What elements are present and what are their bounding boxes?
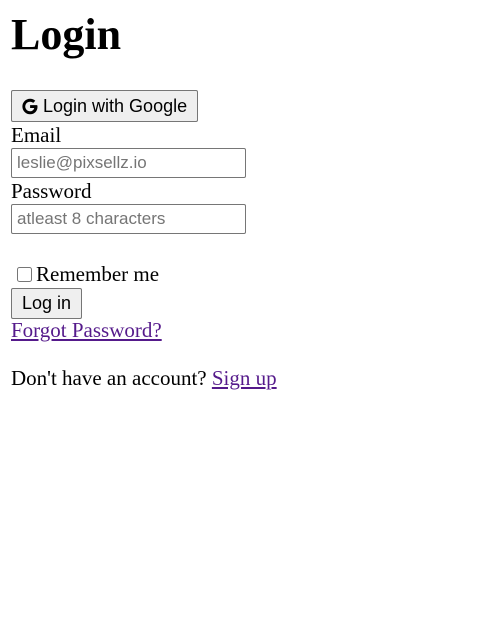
login-with-google-button[interactable]: Login with Google xyxy=(11,90,199,122)
remember-me-label[interactable]: Remember me xyxy=(36,262,159,286)
google-g-icon xyxy=(22,97,38,115)
signup-prompt: Don't have an account? xyxy=(11,366,207,390)
page-title: Login xyxy=(11,10,122,59)
remember-me-row: Remember me xyxy=(11,262,159,286)
password-label: Password xyxy=(11,179,92,203)
signup-row: Don't have an account? Sign up xyxy=(11,366,277,390)
login-with-google-label: Login with Google xyxy=(43,95,188,116)
log-in-button[interactable]: Log in xyxy=(11,288,83,319)
remember-me-checkbox[interactable] xyxy=(17,266,32,282)
forgot-password-link[interactable]: Forgot Password? xyxy=(11,318,162,342)
password-field[interactable] xyxy=(11,204,246,234)
email-field[interactable] xyxy=(11,148,246,178)
sign-up-link[interactable]: Sign up xyxy=(212,366,277,390)
email-label: Email xyxy=(11,123,62,147)
